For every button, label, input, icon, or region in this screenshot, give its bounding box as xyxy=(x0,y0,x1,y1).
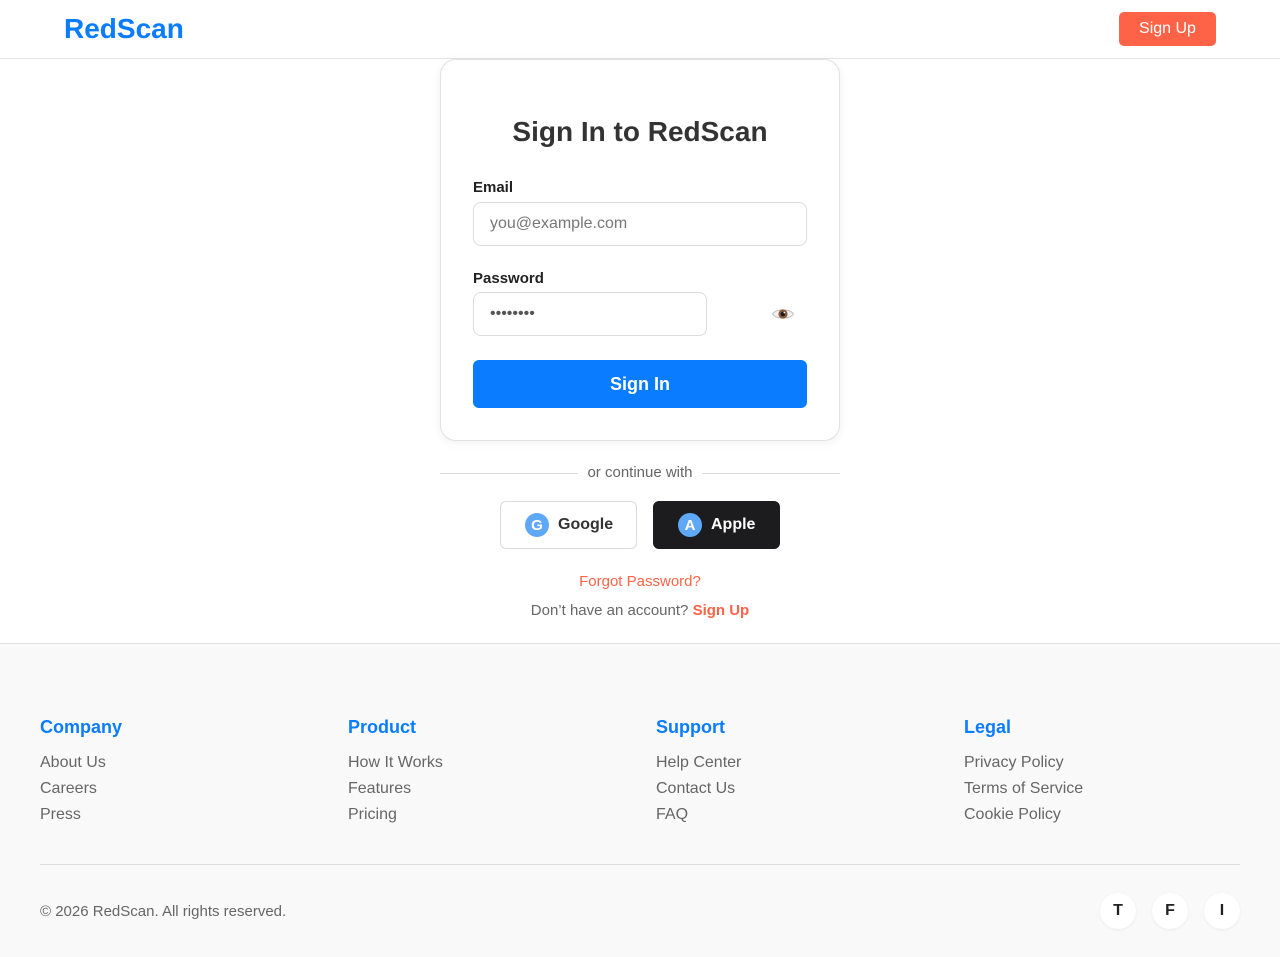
signup-prompt: Don’t have an account? Sign Up xyxy=(440,602,840,619)
footer-link-careers[interactable]: Careers xyxy=(40,776,320,802)
signin-button[interactable]: Sign In xyxy=(473,360,807,408)
footer-link-press[interactable]: Press xyxy=(40,802,320,828)
eye-icon[interactable] xyxy=(771,302,795,326)
google-signin-button[interactable]: G Google xyxy=(500,501,637,549)
page-title: Sign In to RedScan xyxy=(512,116,768,147)
footer-link-help-center[interactable]: Help Center xyxy=(656,750,936,776)
footer-link-contact-us[interactable]: Contact Us xyxy=(656,776,936,802)
footer-heading: Support xyxy=(656,717,725,737)
google-icon: G xyxy=(525,513,549,537)
footer-link-terms-of-service[interactable]: Terms of Service xyxy=(964,776,1244,802)
footer-link-about-us[interactable]: About Us xyxy=(40,750,320,776)
apple-icon: A xyxy=(678,513,702,537)
continue-divider: or continue with xyxy=(440,462,840,484)
footer-link-pricing[interactable]: Pricing xyxy=(348,802,628,828)
footer-heading: Product xyxy=(348,717,417,737)
google-label: Google xyxy=(558,516,614,533)
email-field[interactable] xyxy=(473,202,807,246)
footer-column-support: Support Help Center Contact Us FAQ xyxy=(656,716,936,828)
footer-divider xyxy=(40,864,1240,865)
password-label: Password xyxy=(473,270,544,287)
site-header: RedScan Sign Up xyxy=(0,0,1280,59)
twitter-icon[interactable]: T xyxy=(1100,893,1136,929)
footer-link-how-it-works[interactable]: How It Works xyxy=(348,750,628,776)
site-footer: Company About Us Careers Press Product H… xyxy=(0,643,1280,957)
divider-line-right xyxy=(702,473,840,474)
footer-column-legal: Legal Privacy Policy Terms of Service Co… xyxy=(964,716,1244,828)
footer-link-faq[interactable]: FAQ xyxy=(656,802,936,828)
facebook-icon[interactable]: F xyxy=(1152,893,1188,929)
forgot-password-link[interactable]: Forgot Password? xyxy=(440,573,840,590)
footer-column-company: Company About Us Careers Press xyxy=(40,716,320,828)
password-field[interactable] xyxy=(473,292,707,336)
footer-column-product: Product How It Works Features Pricing xyxy=(348,716,628,828)
copyright-text: © 2026 RedScan. All rights reserved. xyxy=(40,903,287,920)
email-label: Email xyxy=(473,179,514,196)
no-account-text: Don’t have an account? xyxy=(530,602,689,619)
footer-link-features[interactable]: Features xyxy=(348,776,628,802)
footer-link-privacy-policy[interactable]: Privacy Policy xyxy=(964,750,1244,776)
instagram-icon[interactable]: I xyxy=(1204,893,1240,929)
footer-heading: Company xyxy=(40,717,123,737)
apple-signin-button[interactable]: A Apple xyxy=(653,501,780,549)
footer-heading: Legal xyxy=(964,717,1012,737)
header-signup-button[interactable]: Sign Up xyxy=(1119,12,1216,46)
apple-label: Apple xyxy=(711,516,756,533)
signup-link[interactable]: Sign Up xyxy=(693,602,750,619)
logo[interactable]: RedScan xyxy=(64,12,184,46)
signin-card: Sign In to RedScan Email Password Sign I… xyxy=(440,59,840,441)
footer-link-cookie-policy[interactable]: Cookie Policy xyxy=(964,802,1244,828)
